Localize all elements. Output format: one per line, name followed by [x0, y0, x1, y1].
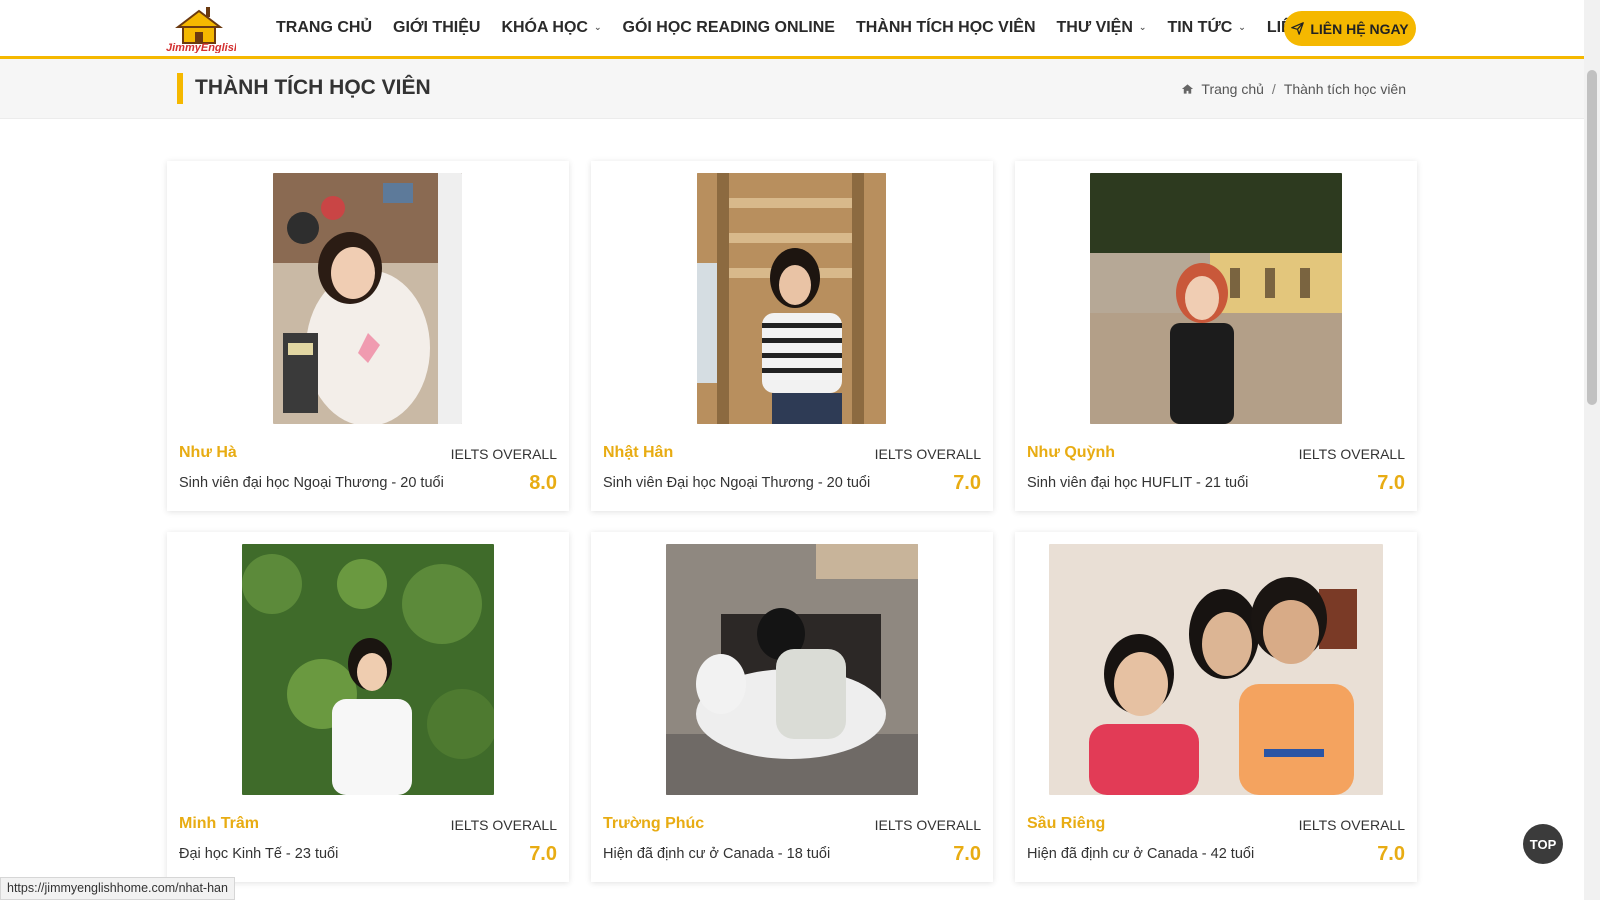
student-description: Hiện đã định cư ở Canada - 18 tuổi: [603, 846, 831, 862]
back-to-top-button[interactable]: TOP: [1523, 824, 1563, 864]
chevron-down-icon: ⌄: [1138, 21, 1147, 32]
student-photo[interactable]: [697, 173, 886, 424]
ielts-score: 8.0: [529, 472, 557, 494]
nav-label: KHÓA HỌC: [501, 19, 588, 36]
ielts-label: IELTS OVERALL: [1298, 817, 1405, 833]
home-icon: [1182, 84, 1194, 94]
breadcrumb-separator: /: [1271, 81, 1276, 97]
ielts-label: IELTS OVERALL: [450, 817, 557, 833]
paper-plane-icon: [1291, 22, 1305, 35]
contact-now-button[interactable]: LIÊN HỆ NGAY: [1284, 11, 1416, 46]
nav-gioi-thieu[interactable]: GIỚI THIỆU: [393, 19, 480, 37]
student-name[interactable]: Minh Trâm: [179, 815, 259, 833]
ielts-score: 7.0: [953, 843, 981, 865]
page-scrollbar[interactable]: [1584, 0, 1600, 900]
page-title: THÀNH TÍCH HỌC VIÊN: [195, 76, 431, 99]
nav-label: THƯ VIỆN: [1056, 19, 1133, 36]
nav-label: TIN TỨC: [1167, 19, 1233, 36]
chevron-down-icon: ⌄: [1238, 21, 1246, 32]
student-photo[interactable]: [666, 544, 918, 795]
nav-label: GIỚI THIỆU: [393, 19, 481, 36]
breadcrumb: Trang chủ / Thành tích học viên: [1181, 81, 1406, 97]
main-nav: TRANG CHỦ GIỚI THIỆU KHÓA HỌC ⌄ GÓI HỌC R…: [276, 0, 1351, 56]
status-url: https://jimmyenglishhome.com/nhat-han: [0, 877, 235, 900]
student-card[interactable]: Sầu Riêng IELTS OVERALL Hiện đã định cư …: [1015, 532, 1417, 882]
student-name[interactable]: Trường Phúc: [603, 815, 704, 833]
ielts-score: 7.0: [529, 843, 557, 865]
breadcrumb-home[interactable]: Trang chủ: [1201, 81, 1264, 97]
nav-label: TRANG CHỦ: [276, 19, 372, 36]
ielts-score: 7.0: [1377, 472, 1405, 494]
nav-trang-chu[interactable]: TRANG CHỦ: [276, 19, 372, 37]
ielts-score: 7.0: [1377, 843, 1405, 865]
ielts-label: IELTS OVERALL: [1298, 446, 1405, 462]
ielts-label: IELTS OVERALL: [874, 446, 981, 462]
jimmy-english-logo[interactable]: JimmyEnglish: [166, 5, 241, 54]
student-name[interactable]: Nhật Hân: [603, 444, 673, 462]
student-description: Sinh viên Đại học Ngoại Thương - 20 tuổi: [603, 475, 871, 491]
student-card[interactable]: Nhật Hân IELTS OVERALL Sinh viên Đại học…: [591, 161, 993, 511]
student-photo[interactable]: [1049, 544, 1383, 795]
nav-tin-tuc[interactable]: TIN TỨC ⌄: [1167, 19, 1245, 37]
nav-label: GÓI HỌC READING ONLINE: [622, 19, 835, 36]
page-title-bar: THÀNH TÍCH HỌC VIÊN Trang chủ / Thành tí…: [0, 59, 1584, 119]
student-description: Hiện đã định cư ở Canada - 42 tuổi: [1027, 846, 1255, 862]
student-card[interactable]: Minh Trâm IELTS OVERALL Đại học Kinh Tế …: [167, 532, 569, 882]
student-description: Đại học Kinh Tế - 23 tuổi: [179, 846, 339, 862]
ielts-label: IELTS OVERALL: [874, 817, 981, 833]
nav-thanh-tich[interactable]: THÀNH TÍCH HỌC VIÊN: [856, 19, 1036, 37]
site-header: JimmyEnglish TRANG CHỦ GIỚI THIỆU KHÓA H…: [0, 0, 1584, 59]
nav-thu-vien[interactable]: THƯ VIỆN ⌄: [1057, 19, 1147, 37]
student-description: Sinh viên đại học Ngoại Thương - 20 tuổi: [179, 475, 444, 491]
title-accent: [177, 73, 183, 104]
student-name[interactable]: Như Quỳnh: [1027, 444, 1115, 462]
student-card[interactable]: Như Quỳnh IELTS OVERALL Sinh viên đại họ…: [1015, 161, 1417, 511]
student-card[interactable]: Trường Phúc IELTS OVERALL Hiện đã định c…: [591, 532, 993, 882]
nav-label: THÀNH TÍCH HỌC VIÊN: [855, 19, 1036, 36]
breadcrumb-current: Thành tích học viên: [1283, 81, 1406, 97]
nav-goi-hoc-reading[interactable]: GÓI HỌC READING ONLINE: [623, 19, 835, 37]
student-photo[interactable]: [273, 173, 462, 424]
nav-khoa-hoc[interactable]: KHÓA HỌC ⌄: [501, 19, 601, 37]
contact-now-label: LIÊN HỆ NGAY: [1310, 20, 1409, 37]
chevron-down-icon: ⌄: [593, 21, 602, 32]
student-description: Sinh viên đại học HUFLIT - 21 tuổi: [1027, 475, 1249, 491]
student-photo[interactable]: [242, 544, 494, 795]
ielts-score: 7.0: [953, 472, 981, 494]
ielts-label: IELTS OVERALL: [450, 446, 557, 462]
student-photo[interactable]: [1090, 173, 1342, 424]
student-name[interactable]: Như Hà: [179, 444, 237, 462]
scrollbar-thumb[interactable]: [1587, 70, 1597, 405]
student-card[interactable]: Như Hà IELTS OVERALL Sinh viên đại học N…: [167, 161, 569, 511]
student-name[interactable]: Sầu Riêng: [1027, 815, 1105, 833]
logo-lettering: JimmyEnglish: [166, 42, 236, 53]
